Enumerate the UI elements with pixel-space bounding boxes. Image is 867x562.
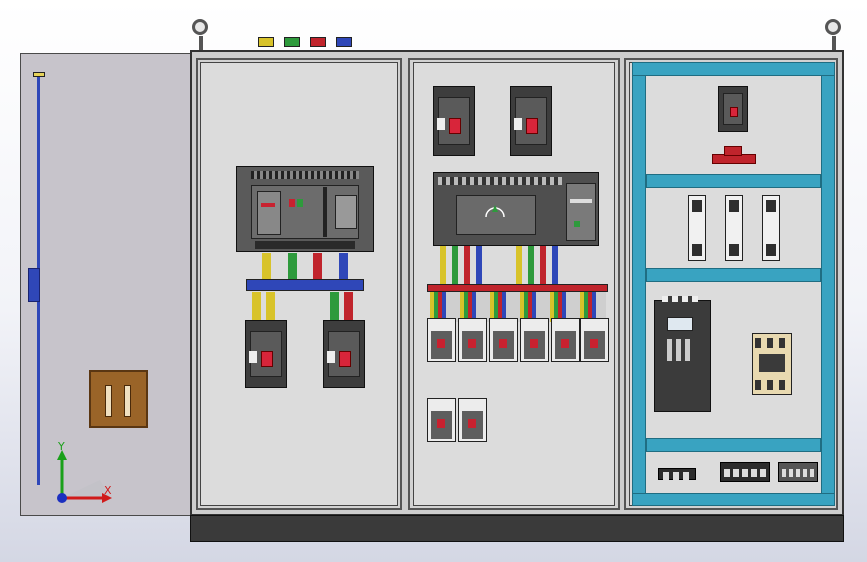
inverter-keypad[interactable]: [667, 339, 693, 361]
acb-on-button[interactable]: [297, 199, 303, 207]
acb-trip-unit: [335, 195, 357, 229]
lifting-eye-post: [199, 36, 203, 50]
rod-top-cap: [33, 72, 45, 77]
mcb-spare-1[interactable]: [427, 398, 456, 442]
inverter-display: [667, 317, 693, 331]
plc-expansion-module: [566, 183, 596, 241]
plc-run-led: [574, 221, 580, 227]
inverter-drive[interactable]: [654, 300, 711, 412]
lifting-eye-icon: [192, 19, 208, 35]
branch-busbar: [427, 284, 608, 292]
wire-bundle: [528, 246, 534, 284]
phase-bar-l3: [313, 253, 322, 279]
wire-bundle: [464, 246, 470, 284]
document-pocket[interactable]: [89, 370, 148, 428]
acb-off-button[interactable]: [289, 199, 295, 207]
wire-bundle: [552, 246, 558, 284]
wiring-duct-h3: [646, 438, 821, 452]
phase-bar-n: [339, 253, 348, 279]
top-terminal-green: [284, 37, 300, 47]
mcb-branch-4[interactable]: [520, 318, 549, 362]
fuse-holder-1[interactable]: [688, 195, 706, 261]
acb-top-vents: [251, 171, 359, 179]
plc-led-strip: [570, 199, 592, 203]
top-terminal-blue: [336, 37, 352, 47]
axis-y-label: Y: [58, 440, 65, 453]
wiring-duct-top: [632, 62, 835, 76]
contactor-top-terminals: [755, 338, 789, 348]
phase-bar-l2: [288, 253, 297, 279]
wiring-duct-h2: [646, 268, 821, 282]
mcb-branch-2[interactable]: [458, 318, 487, 362]
contactor-bottom-terminals: [755, 380, 789, 390]
pocket-slot: [124, 385, 131, 417]
acb-display: [257, 191, 281, 235]
mcb-branch-3[interactable]: [489, 318, 518, 362]
mcb-spare-2[interactable]: [458, 398, 487, 442]
axis-x-label: X: [104, 484, 112, 497]
acb-bottom-rail: [255, 241, 355, 249]
top-terminal-yellow: [258, 37, 274, 47]
terminal-strip-2: [720, 462, 770, 482]
distribution-busbar: [246, 279, 364, 291]
wire-bundle: [476, 246, 482, 284]
plc-top-terminals: [438, 177, 562, 185]
wiring-duct-right: [821, 62, 835, 506]
plc-icon: [484, 203, 506, 219]
mccb-incoming-2[interactable]: [510, 86, 552, 156]
mcb-branch-6[interactable]: [580, 318, 609, 362]
wire-bundle: [440, 246, 446, 284]
fuse-holder-3[interactable]: [762, 195, 780, 261]
terminal-strip-1: [658, 468, 696, 480]
wire-bundle: [540, 246, 546, 284]
inverter-terminals: [662, 296, 698, 302]
contactor[interactable]: [752, 333, 792, 395]
wiring-duct-h1: [646, 174, 821, 188]
phase-bar-l1: [262, 253, 271, 279]
mcb-branch-5[interactable]: [551, 318, 580, 362]
air-circuit-breaker[interactable]: [236, 166, 374, 252]
cabinet-plinth: [190, 515, 844, 542]
acb-indicator: [261, 203, 275, 207]
control-breaker[interactable]: [718, 86, 748, 132]
axis-triad: X Y: [40, 440, 120, 515]
mcb-branch-1[interactable]: [427, 318, 456, 362]
door-handle[interactable]: [28, 268, 40, 302]
terminal-block-icon: [712, 146, 756, 166]
lifting-eye-post: [832, 36, 836, 50]
wiring-duct-left: [632, 62, 646, 506]
mccb-feeder-1[interactable]: [245, 320, 287, 388]
fuse-holder-2[interactable]: [725, 195, 743, 261]
wire-bundle: [516, 246, 522, 284]
lifting-eye-icon: [825, 19, 841, 35]
contactor-face: [759, 354, 785, 372]
wire-bundle: [452, 246, 458, 284]
top-terminal-red: [310, 37, 326, 47]
terminal-strip-3: [778, 462, 818, 482]
plc-controller[interactable]: [433, 172, 599, 246]
mccb-incoming-1[interactable]: [433, 86, 475, 156]
wiring-duct-bottom: [632, 493, 835, 506]
mccb-feeder-2[interactable]: [323, 320, 365, 388]
acb-divider: [323, 187, 327, 237]
pocket-slot: [105, 385, 112, 417]
